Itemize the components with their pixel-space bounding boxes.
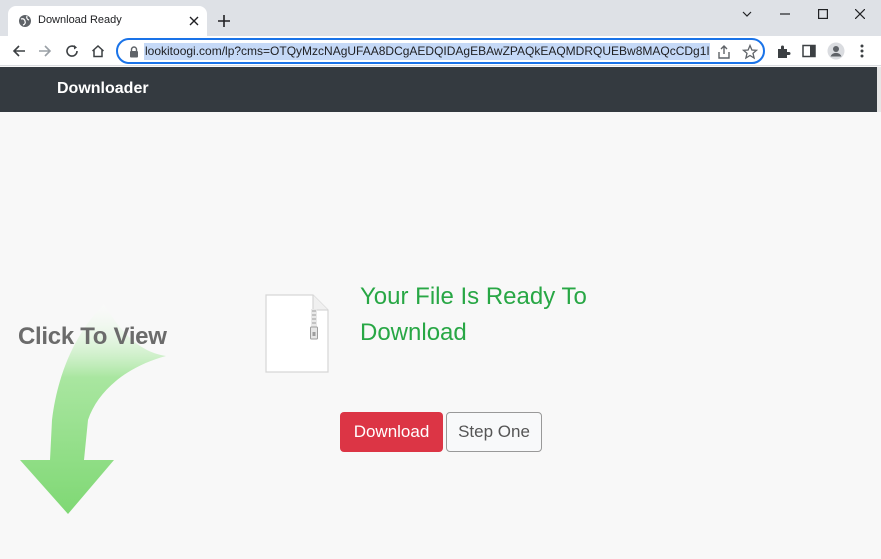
zip-file-icon (265, 294, 329, 373)
file-ready-heading: Your File Is Ready To Download (360, 283, 587, 346)
click-to-view-text[interactable]: Click To View (18, 323, 167, 351)
extensions-icon[interactable] (772, 40, 794, 62)
tab-download-ready[interactable]: Download Ready (8, 6, 207, 36)
bookmark-star-icon[interactable] (741, 43, 759, 60)
site-navbar: Downloader (0, 67, 881, 112)
menu-kebab-icon[interactable] (851, 40, 873, 62)
reload-icon[interactable] (61, 40, 83, 62)
download-button[interactable]: Download (340, 412, 443, 452)
close-tab-icon[interactable] (186, 13, 202, 29)
forward-icon[interactable] (34, 40, 56, 62)
globe-icon (18, 14, 32, 28)
brand-logo-text[interactable]: Downloader (57, 80, 149, 98)
maximize-icon[interactable] (809, 4, 837, 24)
new-tab-icon[interactable] (214, 11, 234, 31)
step-one-button[interactable]: Step One (446, 412, 542, 452)
lock-icon[interactable] (128, 45, 140, 58)
home-icon[interactable] (87, 40, 109, 62)
url-text[interactable]: lookitoogi.com/lp?cms=OTQyMzcNAgUFAA8DCg… (144, 43, 710, 60)
browser-toolbar: lookitoogi.com/lp?cms=OTQyMzcNAgUFAA8DCg… (0, 36, 881, 66)
side-panel-icon[interactable] (798, 40, 820, 62)
minimize-icon[interactable] (771, 4, 799, 24)
address-bar[interactable]: lookitoogi.com/lp?cms=OTQyMzcNAgUFAA8DCg… (116, 38, 765, 64)
profile-avatar-icon[interactable] (825, 40, 847, 62)
tab-title: Download Ready (38, 14, 122, 26)
back-icon[interactable] (8, 40, 30, 62)
share-icon[interactable] (716, 44, 732, 60)
close-window-icon[interactable] (846, 4, 874, 24)
tab-strip: Download Ready (0, 0, 881, 36)
tab-search-icon[interactable] (733, 4, 761, 24)
